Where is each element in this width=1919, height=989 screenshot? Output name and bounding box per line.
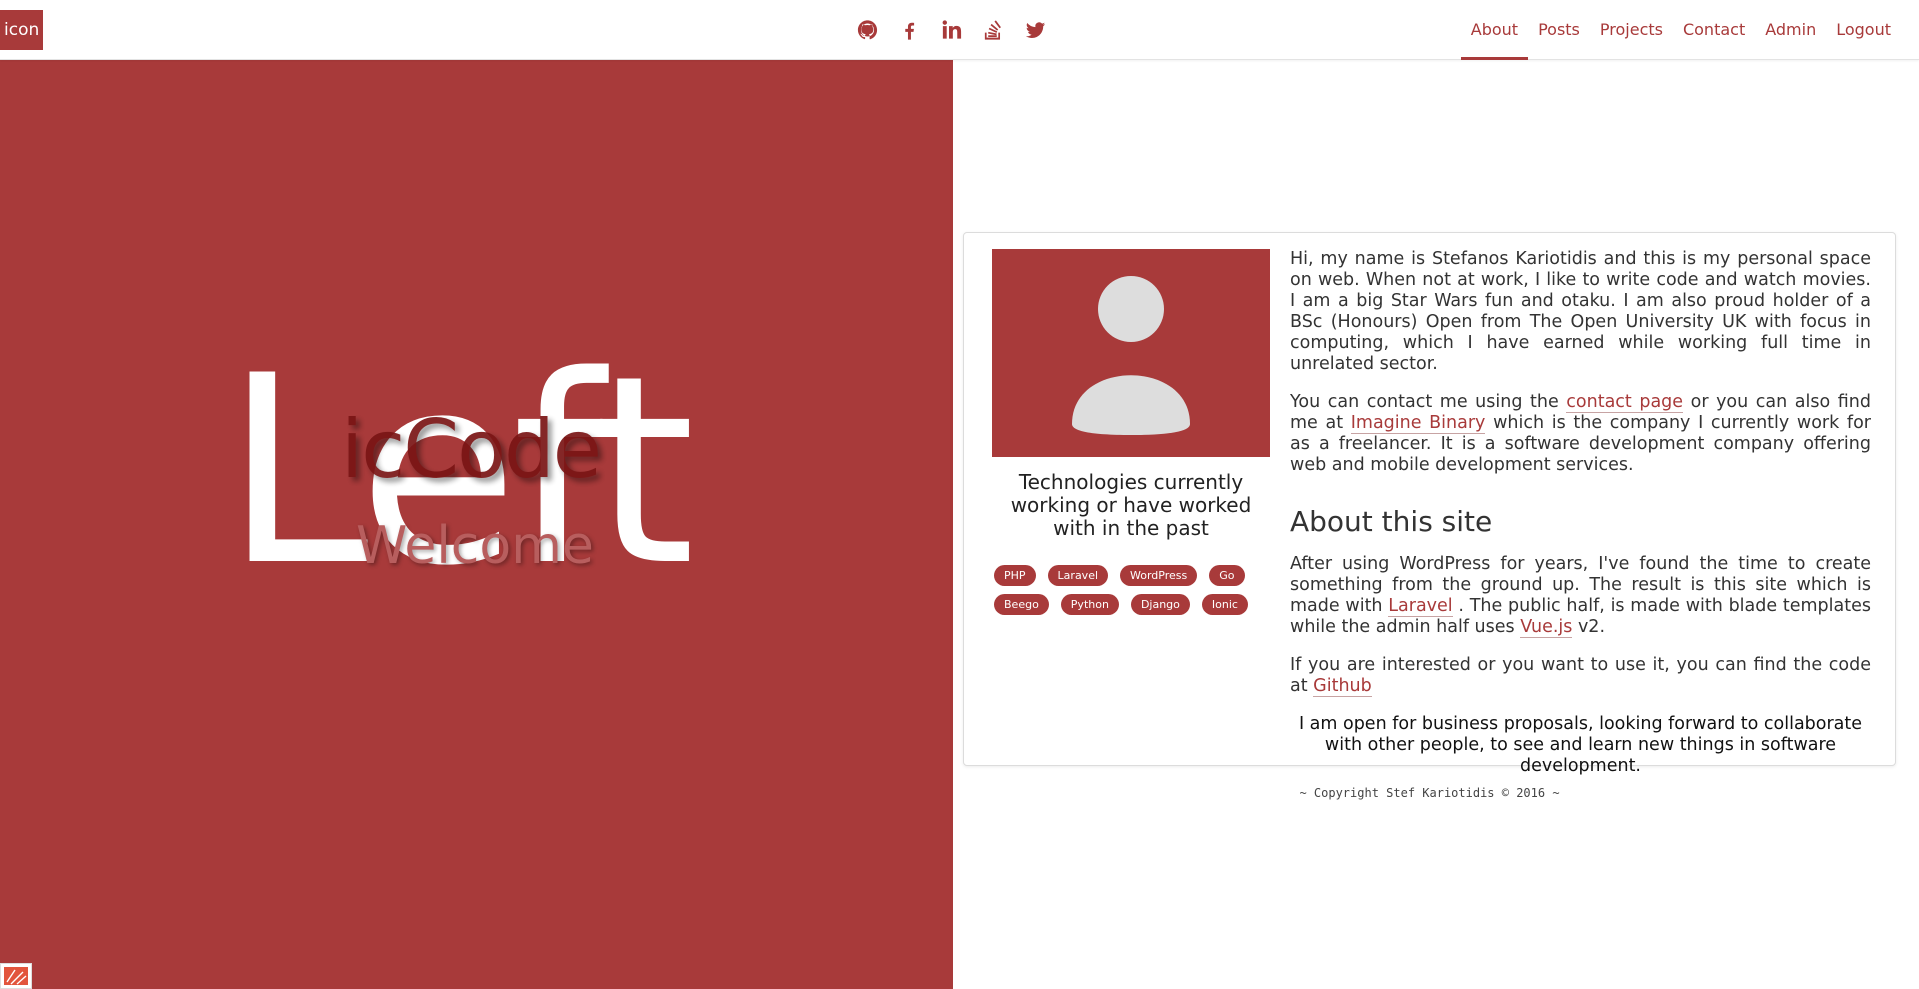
nav-projects[interactable]: Projects	[1590, 0, 1673, 60]
stackoverflow-icon[interactable]	[982, 17, 1005, 43]
copyright: ~ Copyright Stef Kariotidis © 2016 ~	[1299, 786, 1560, 800]
linkedin-icon[interactable]	[940, 17, 963, 43]
site-heading: About this site	[1290, 505, 1493, 538]
tech-heading: Technologies currently working or have w…	[1010, 470, 1252, 540]
nav-posts[interactable]: Posts	[1528, 0, 1590, 60]
code-paragraph: If you are interested or you want to use…	[1290, 655, 1871, 697]
tag-laravel[interactable]: Laravel	[1047, 565, 1109, 586]
main-nav: About Posts Projects Contact Admin Logou…	[1460, 0, 1901, 60]
tag-ionic[interactable]: Ionic	[1201, 594, 1248, 615]
tag-django[interactable]: Django	[1130, 594, 1190, 615]
facebook-icon[interactable]	[898, 17, 921, 43]
about-text: Hi, my name is Stefanos Kariotidis and t…	[1290, 249, 1871, 794]
code-text-a: If you are interested or you want to use…	[1290, 655, 1871, 696]
tag-go[interactable]: Go	[1209, 565, 1245, 586]
closing-paragraph: I am open for business proposals, lookin…	[1298, 714, 1863, 776]
site-paragraph: After using WordPress for years, I've fo…	[1290, 554, 1871, 638]
tag-wordpress[interactable]: WordPress	[1120, 565, 1198, 586]
user-silhouette-icon	[1072, 276, 1190, 435]
about-card: Technologies currently working or have w…	[963, 232, 1896, 776]
site-text-c: v2.	[1572, 617, 1606, 637]
contact-page-link[interactable]: contact page	[1566, 392, 1684, 413]
hero-welcome-text: Welcome	[356, 516, 594, 576]
contact-paragraph: You can contact me using the contact pag…	[1290, 392, 1871, 476]
hero-panel: Left icCode Welcome	[0, 60, 953, 989]
contact-text-a: You can contact me using the	[1290, 392, 1567, 412]
avatar	[992, 249, 1270, 457]
brand-logo[interactable]: icon	[0, 10, 44, 50]
tag-php[interactable]: PHP	[994, 565, 1036, 586]
tag-beego[interactable]: Beego	[994, 594, 1049, 615]
hero-logo-text: icCode	[341, 403, 602, 496]
tag-python[interactable]: Python	[1060, 594, 1119, 615]
github-icon[interactable]	[856, 17, 879, 43]
intro-paragraph: Hi, my name is Stefanos Kariotidis and t…	[1290, 249, 1871, 374]
twitter-icon[interactable]	[1024, 17, 1047, 43]
vuejs-link[interactable]: Vue.js	[1520, 617, 1573, 638]
nav-admin[interactable]: Admin	[1755, 0, 1826, 60]
nav-about[interactable]: About	[1460, 0, 1529, 60]
tech-tags: PHP Laravel WordPress Go Beego Python Dj…	[994, 565, 1270, 615]
github-link[interactable]: Github	[1313, 676, 1372, 697]
imagine-binary-link[interactable]: Imagine Binary	[1350, 413, 1486, 434]
nav-contact[interactable]: Contact	[1673, 0, 1755, 60]
top-navbar: icon About Posts Projects Contact Admin …	[0, 0, 1919, 60]
social-links	[856, 17, 1047, 43]
nav-logout[interactable]: Logout	[1826, 0, 1901, 60]
laravel-link[interactable]: Laravel	[1388, 596, 1453, 617]
corner-badge-icon[interactable]	[0, 963, 32, 989]
